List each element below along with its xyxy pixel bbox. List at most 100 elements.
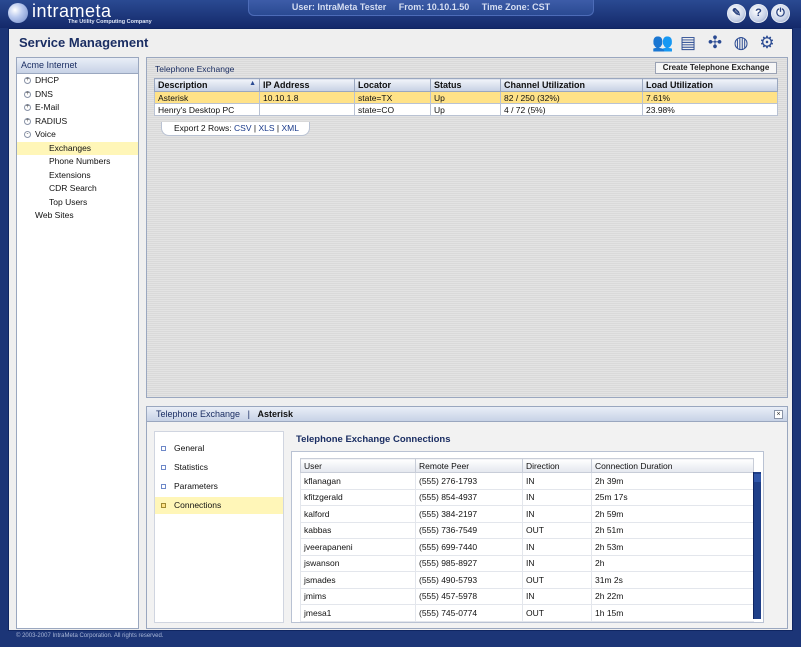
- cell-duration: 31m 2s: [591, 571, 754, 589]
- cell-user: kabbas: [300, 522, 416, 539]
- tree-header[interactable]: Acme Internet: [17, 58, 138, 74]
- connections-scrollbar[interactable]: [753, 472, 761, 619]
- cell-peer: (555) 276-1793: [415, 472, 523, 490]
- exchange-table-header: Description ▲ IP Address Locator Status Chann…: [154, 78, 778, 92]
- cell-direction: OUT: [522, 604, 592, 622]
- create-exchange-button[interactable]: Create Telephone Exchange: [655, 62, 777, 74]
- connections-table: User Remote Peer Direction Connection Durat…: [300, 458, 754, 622]
- page-title: Service Management: [19, 35, 149, 50]
- table-row[interactable]: kfitzgerald (555) 854-4937 IN 25m 17s: [300, 489, 754, 506]
- tree-item-exchanges[interactable]: Exchanges: [17, 141, 138, 155]
- tree-item-voice[interactable]: - Voice: [17, 128, 138, 142]
- tree-item-dhcp[interactable]: + DHCP: [17, 74, 138, 88]
- nav-item-connections[interactable]: Connections: [155, 497, 283, 514]
- column-header-label: Locator: [358, 80, 392, 90]
- table-row[interactable]: kflanagan (555) 276-1793 IN 2h 39m: [300, 472, 754, 490]
- column-header[interactable]: IP Address: [259, 78, 355, 92]
- tree-items: + DHCP + DNS + E-Mail + RADIUS - Voice Exchanges Ph…: [17, 74, 138, 223]
- table-row[interactable]: jsmades (555) 490-5793 OUT 31m 2s: [300, 571, 754, 589]
- expand-toggle-icon[interactable]: +: [24, 77, 31, 84]
- column-header[interactable]: Status: [430, 78, 501, 92]
- cell-user: jmesa1: [300, 604, 416, 622]
- bullet-icon: [161, 503, 166, 508]
- nav-item-statistics[interactable]: Statistics: [155, 459, 283, 476]
- cell-status: Up: [430, 103, 501, 116]
- help-icon[interactable]: ?: [749, 4, 768, 23]
- top-banner: intrameta The Utility Computing Company …: [0, 0, 801, 28]
- column-header[interactable]: Load Utilization: [642, 78, 778, 92]
- power-icon[interactable]: ⏻: [771, 4, 790, 23]
- cell-duration: 2h 59m: [591, 505, 754, 523]
- network-icon[interactable]: ✣: [704, 32, 726, 54]
- tree-item-cdr-search[interactable]: CDR Search: [17, 182, 138, 196]
- expand-toggle-icon[interactable]: +: [24, 90, 31, 98]
- cell-status: Up: [430, 91, 501, 104]
- breadcrumb-parent[interactable]: Telephone Exchange: [156, 409, 240, 419]
- tree-item-web-sites[interactable]: Web Sites: [17, 209, 138, 223]
- copyright-footer: © 2003-2007 IntraMeta Corporation. All r…: [16, 633, 164, 639]
- users-icon[interactable]: 👥: [652, 32, 674, 54]
- table-row[interactable]: jmesa1 (555) 745-0774 OUT 1h 15m: [300, 604, 754, 622]
- table-row[interactable]: jveerapaneni (555) 699-7440 IN 2h 53m: [300, 538, 754, 556]
- expand-toggle-icon[interactable]: -: [24, 131, 31, 138]
- table-row[interactable]: Henry's Desktop PC state=CO Up 4 / 72 (5%) 2…: [154, 103, 778, 116]
- cell-peer: (555) 985-8927: [415, 555, 523, 572]
- cell-user: jsmades: [300, 571, 416, 589]
- expand-toggle-icon[interactable]: +: [24, 117, 31, 125]
- wrench-icon[interactable]: ✎: [727, 4, 746, 23]
- cell-user: kflanagan: [300, 472, 416, 490]
- cell-peer: (555) 384-2197: [415, 505, 523, 523]
- tree-item-extensions[interactable]: Extensions: [17, 169, 138, 183]
- tree-item-phone-numbers[interactable]: Phone Numbers: [17, 155, 138, 169]
- column-header[interactable]: Direction: [522, 458, 592, 473]
- export-xml-link[interactable]: XML: [282, 123, 299, 133]
- scrollbar-thumb[interactable]: [754, 474, 761, 482]
- globe-icon[interactable]: ◍: [730, 32, 752, 54]
- column-header[interactable]: Description ▲: [154, 78, 260, 92]
- nav-item-parameters[interactable]: Parameters: [155, 478, 283, 495]
- column-header[interactable]: User: [300, 458, 416, 473]
- tree-item-radius[interactable]: + RADIUS: [17, 115, 138, 129]
- cell-description: Henry's Desktop PC: [154, 103, 260, 116]
- session-user: User: IntraMeta Tester: [291, 2, 387, 12]
- export-separator: |: [276, 123, 280, 133]
- cell-locator: state=TX: [354, 91, 431, 104]
- cell-description: Asterisk: [154, 91, 260, 104]
- tree-item-label: CDR Search: [49, 183, 97, 193]
- column-header-label: Status: [434, 80, 462, 90]
- table-row[interactable]: kabbas (555) 736-7549 OUT 2h 51m: [300, 522, 754, 539]
- cell-ip: 10.10.1.8: [259, 91, 355, 104]
- logo-ball-icon: [8, 3, 28, 23]
- cell-duration: 25m 17s: [591, 489, 754, 506]
- cell-user: jmims: [300, 588, 416, 605]
- nav-item-general[interactable]: General: [155, 440, 283, 457]
- table-row[interactable]: jmims (555) 457-5978 IN 2h 22m: [300, 588, 754, 605]
- cell-user: kfitzgerald: [300, 489, 416, 506]
- tree-item-top-users[interactable]: Top Users: [17, 196, 138, 210]
- expand-toggle-icon[interactable]: +: [24, 104, 31, 111]
- nav-item-label: General: [174, 443, 205, 453]
- tree-item-e-mail[interactable]: + E-Mail: [17, 101, 138, 115]
- tree-item-dns[interactable]: + DNS: [17, 88, 138, 102]
- export-csv-link[interactable]: CSV: [234, 123, 251, 133]
- export-separator: |: [253, 123, 257, 133]
- detail-nav: General Statistics Parameters Connections: [154, 431, 284, 623]
- column-header[interactable]: Remote Peer: [415, 458, 523, 473]
- gears-icon[interactable]: ⚙: [756, 32, 778, 54]
- cell-user: jswanson: [300, 555, 416, 572]
- column-header[interactable]: Connection Duration: [591, 458, 754, 473]
- cell-direction: OUT: [522, 522, 592, 539]
- exchange-detail-panel: Telephone Exchange | Asterisk × General S…: [146, 406, 788, 629]
- tree-item-label: Voice: [35, 129, 56, 139]
- breadcrumb-current: Asterisk: [257, 409, 293, 419]
- column-header[interactable]: Channel Utilization: [500, 78, 643, 92]
- billing-icon[interactable]: ▤: [677, 32, 699, 54]
- breadcrumb-separator: |: [247, 409, 250, 419]
- tree-item-label: Exchanges: [49, 142, 92, 153]
- column-header[interactable]: Locator: [354, 78, 431, 92]
- table-row[interactable]: Asterisk 10.10.1.8 state=TX Up 82 / 250 (32%…: [154, 91, 778, 104]
- table-row[interactable]: kalford (555) 384-2197 IN 2h 59m: [300, 505, 754, 523]
- close-icon[interactable]: ×: [774, 410, 783, 419]
- export-xls-link[interactable]: XLS: [258, 123, 274, 133]
- table-row[interactable]: jswanson (555) 985-8927 IN 2h: [300, 555, 754, 572]
